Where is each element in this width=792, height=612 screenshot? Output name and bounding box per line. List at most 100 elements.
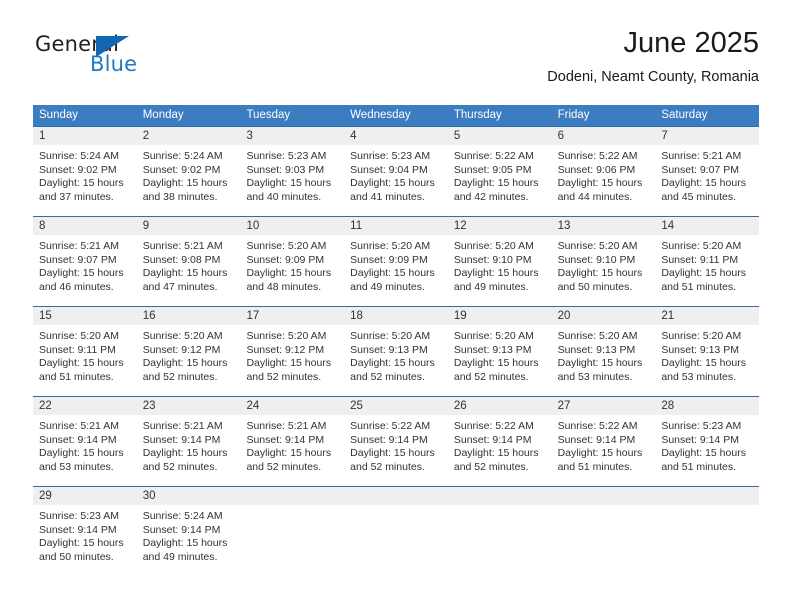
day-cell[interactable]: Sunrise: 5:23 AM Sunset: 9:14 PM Dayligh… <box>655 415 759 486</box>
title-block: June 2025 Dodeni, Neamt County, Romania <box>547 26 759 86</box>
day-cell[interactable]: Sunrise: 5:22 AM Sunset: 9:14 PM Dayligh… <box>448 415 552 486</box>
day-number[interactable]: 15 <box>33 307 137 325</box>
general-blue-logo[interactable]: General Blue <box>33 32 193 88</box>
day-cell[interactable]: Sunrise: 5:21 AM Sunset: 9:07 PM Dayligh… <box>655 145 759 216</box>
sunrise-text: Sunrise: 5:21 AM <box>39 240 119 252</box>
day-number[interactable]: 18 <box>344 307 448 325</box>
day-number[interactable]: 8 <box>33 217 137 235</box>
calendar-week-row: 22 23 24 25 26 27 28 Sunrise: 5:21 AM Su… <box>33 396 759 486</box>
sunrise-text: Sunrise: 5:20 AM <box>142 330 223 342</box>
sunset-text: Sunset: 9:09 PM <box>246 253 325 266</box>
sunset-text: Sunset: 9:09 PM <box>350 253 428 266</box>
sunrise-text: Sunrise: 5:22 AM <box>453 420 534 432</box>
dow-header-tuesday: Tuesday <box>246 109 291 121</box>
day-number[interactable]: 6 <box>552 127 656 145</box>
day-number[interactable]: 20 <box>552 307 656 325</box>
sunrise-text: Sunrise: 5:20 AM <box>246 330 327 342</box>
day-number[interactable]: 3 <box>240 127 344 145</box>
day-number[interactable]: 21 <box>655 307 759 325</box>
daylight-text: Daylight: 15 hours and 49 minutes. <box>142 537 228 563</box>
dow-header-friday: Friday <box>557 109 590 121</box>
day-number[interactable]: 16 <box>137 307 241 325</box>
day-number[interactable]: 13 <box>552 217 656 235</box>
day-number[interactable]: 4 <box>344 127 448 145</box>
day-cell[interactable]: Sunrise: 5:24 AM Sunset: 9:14 PM Dayligh… <box>137 505 241 576</box>
day-number[interactable]: 10 <box>240 217 344 235</box>
day-number[interactable]: 23 <box>137 397 241 415</box>
sunset-text: Sunset: 9:14 PM <box>350 433 428 446</box>
day-number[interactable]: 27 <box>552 397 656 415</box>
day-number[interactable]: 11 <box>344 217 448 235</box>
day-cell[interactable]: Sunrise: 5:20 AM Sunset: 9:09 PM Dayligh… <box>240 235 344 306</box>
sunrise-text: Sunrise: 5:22 AM <box>557 420 638 432</box>
week-day-number-row: 15 16 17 18 19 20 21 <box>33 307 759 325</box>
day-number[interactable]: 1 <box>33 127 137 145</box>
day-number[interactable]: 26 <box>448 397 552 415</box>
day-cell[interactable]: Sunrise: 5:22 AM Sunset: 9:05 PM Dayligh… <box>448 145 552 216</box>
day-number[interactable]: 2 <box>137 127 241 145</box>
day-cell[interactable]: Sunrise: 5:20 AM Sunset: 9:13 PM Dayligh… <box>344 325 448 396</box>
day-cell[interactable]: Sunrise: 5:20 AM Sunset: 9:09 PM Dayligh… <box>344 235 448 306</box>
day-cell[interactable]: Sunrise: 5:20 AM Sunset: 9:13 PM Dayligh… <box>552 325 656 396</box>
day-number[interactable]: 9 <box>137 217 241 235</box>
day-cell[interactable]: Sunrise: 5:23 AM Sunset: 9:04 PM Dayligh… <box>344 145 448 216</box>
day-cell[interactable]: Sunrise: 5:21 AM Sunset: 9:08 PM Dayligh… <box>137 235 241 306</box>
sunrise-text: Sunrise: 5:20 AM <box>661 240 742 252</box>
day-cell[interactable]: Sunrise: 5:21 AM Sunset: 9:14 PM Dayligh… <box>33 415 137 486</box>
day-number[interactable]: 19 <box>448 307 552 325</box>
sunset-text: Sunset: 9:13 PM <box>661 343 739 356</box>
daylight-text: Daylight: 15 hours and 38 minutes. <box>142 177 228 203</box>
day-number[interactable]: 5 <box>448 127 552 145</box>
sunrise-text: Sunrise: 5:20 AM <box>557 240 638 252</box>
day-cell[interactable]: Sunrise: 5:21 AM Sunset: 9:14 PM Dayligh… <box>240 415 344 486</box>
day-cell[interactable]: Sunrise: 5:20 AM Sunset: 9:10 PM Dayligh… <box>552 235 656 306</box>
day-cell-empty <box>655 505 759 576</box>
page-subtitle: Dodeni, Neamt County, Romania <box>547 69 759 85</box>
day-number[interactable]: 22 <box>33 397 137 415</box>
day-cell[interactable]: Sunrise: 5:20 AM Sunset: 9:10 PM Dayligh… <box>448 235 552 306</box>
daylight-text: Daylight: 15 hours and 37 minutes. <box>39 177 124 203</box>
week-day-number-row: 29 30 <box>33 487 759 505</box>
sunset-text: Sunset: 9:10 PM <box>557 253 636 266</box>
day-cell[interactable]: Sunrise: 5:20 AM Sunset: 9:11 PM Dayligh… <box>33 325 137 396</box>
day-cell[interactable]: Sunrise: 5:20 AM Sunset: 9:12 PM Dayligh… <box>240 325 344 396</box>
day-number-empty <box>240 487 344 505</box>
day-cell[interactable]: Sunrise: 5:24 AM Sunset: 9:02 PM Dayligh… <box>137 145 241 216</box>
sunset-text: Sunset: 9:14 PM <box>661 433 739 446</box>
day-cell[interactable]: Sunrise: 5:21 AM Sunset: 9:14 PM Dayligh… <box>137 415 241 486</box>
sunset-text: Sunset: 9:12 PM <box>142 343 221 356</box>
day-number[interactable]: 29 <box>33 487 137 505</box>
sunset-text: Sunset: 9:14 PM <box>39 433 117 446</box>
calendar-week-row: 8 9 10 11 12 13 14 Sunrise: 5:21 AM Suns… <box>33 216 759 306</box>
sunset-text: Sunset: 9:11 PM <box>661 253 739 266</box>
daylight-text: Daylight: 15 hours and 53 minutes. <box>39 447 124 473</box>
sunrise-text: Sunrise: 5:22 AM <box>453 150 534 162</box>
calendar-week-row: 1 2 3 4 5 6 7 Sunrise: 5:24 AM Sunset: 9… <box>33 126 759 216</box>
day-cell[interactable]: Sunrise: 5:20 AM Sunset: 9:11 PM Dayligh… <box>655 235 759 306</box>
day-number[interactable]: 30 <box>137 487 241 505</box>
day-number[interactable]: 7 <box>655 127 759 145</box>
dow-header-wednesday: Wednesday <box>350 109 411 121</box>
day-number[interactable]: 24 <box>240 397 344 415</box>
daylight-text: Daylight: 15 hours and 52 minutes. <box>350 447 435 473</box>
day-cell[interactable]: Sunrise: 5:20 AM Sunset: 9:13 PM Dayligh… <box>448 325 552 396</box>
day-number[interactable]: 17 <box>240 307 344 325</box>
daylight-text: Daylight: 15 hours and 41 minutes. <box>350 177 435 203</box>
day-cell[interactable]: Sunrise: 5:20 AM Sunset: 9:13 PM Dayligh… <box>655 325 759 396</box>
day-cell[interactable]: Sunrise: 5:22 AM Sunset: 9:14 PM Dayligh… <box>552 415 656 486</box>
day-number[interactable]: 25 <box>344 397 448 415</box>
day-cell[interactable]: Sunrise: 5:20 AM Sunset: 9:12 PM Dayligh… <box>137 325 241 396</box>
day-number[interactable]: 12 <box>448 217 552 235</box>
sunrise-text: Sunrise: 5:20 AM <box>246 240 327 252</box>
day-cell[interactable]: Sunrise: 5:24 AM Sunset: 9:02 PM Dayligh… <box>33 145 137 216</box>
day-cell[interactable]: Sunrise: 5:22 AM Sunset: 9:14 PM Dayligh… <box>344 415 448 486</box>
day-cell[interactable]: Sunrise: 5:21 AM Sunset: 9:07 PM Dayligh… <box>33 235 137 306</box>
day-cell[interactable]: Sunrise: 5:22 AM Sunset: 9:06 PM Dayligh… <box>552 145 656 216</box>
day-cell[interactable]: Sunrise: 5:23 AM Sunset: 9:03 PM Dayligh… <box>240 145 344 216</box>
day-number[interactable]: 14 <box>655 217 759 235</box>
day-cell[interactable]: Sunrise: 5:23 AM Sunset: 9:14 PM Dayligh… <box>33 505 137 576</box>
sunrise-text: Sunrise: 5:21 AM <box>142 240 223 252</box>
sunrise-text: Sunrise: 5:24 AM <box>39 150 119 162</box>
day-number[interactable]: 28 <box>655 397 759 415</box>
dow-header-sunday: Sunday <box>39 109 79 121</box>
